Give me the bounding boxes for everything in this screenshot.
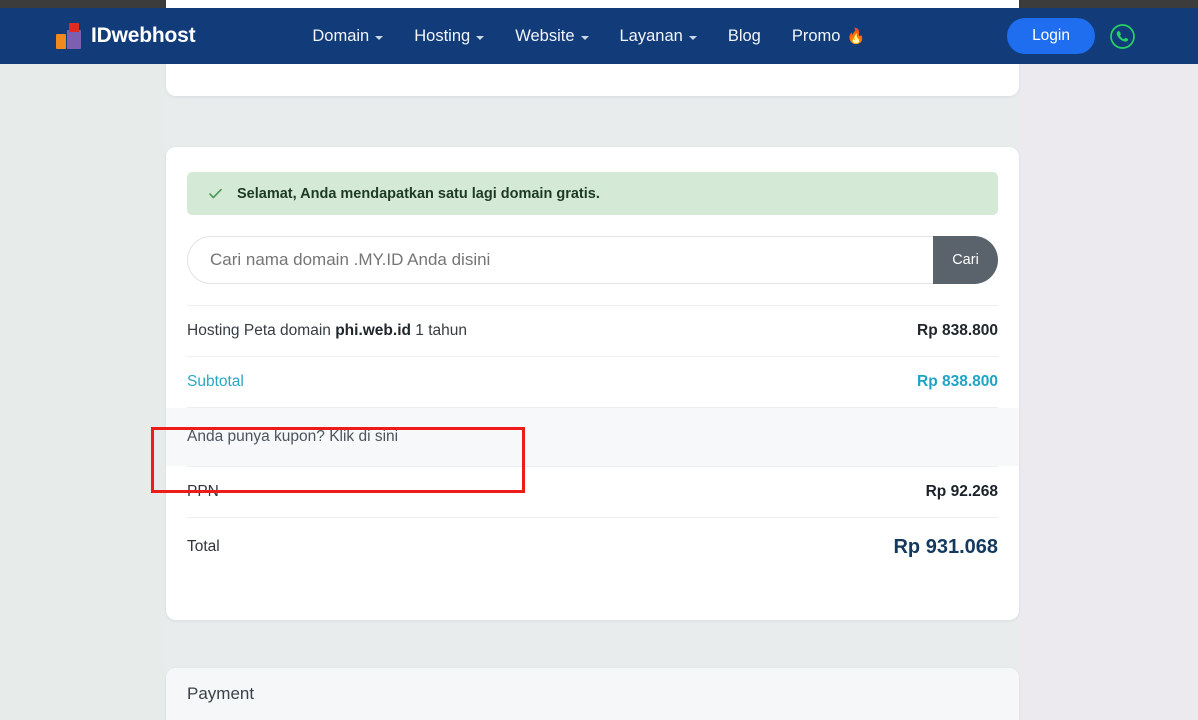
nav-item-website[interactable]: Website (515, 26, 589, 46)
chevron-down-icon (580, 35, 589, 40)
nav-item-promo-label: Promo (791, 26, 841, 45)
order-line-item-row: Hosting Peta domain phi.web.id 1 tahun R… (187, 306, 998, 356)
nav-item-blog-label: Blog (727, 26, 761, 45)
login-button[interactable]: Login (1007, 18, 1095, 54)
total-price: Rp 931.068 (893, 535, 998, 558)
order-line-item-suffix: 1 tahun (410, 322, 468, 339)
chevron-down-icon (476, 35, 485, 40)
order-line-item-domain: phi.web.id (335, 322, 411, 339)
payment-card-header: Payment (166, 668, 1019, 720)
nav-item-domain-label: Domain (312, 26, 370, 45)
payment-card: Payment (166, 668, 1019, 720)
order-line-item-prefix: Hosting Peta domain (187, 322, 336, 339)
order-summary-card: Selamat, Anda mendapatkan satu lagi doma… (166, 147, 1019, 620)
nav-item-hosting-label: Hosting (414, 26, 471, 45)
order-line-item-label: Hosting Peta domain phi.web.id 1 tahun (187, 322, 467, 340)
nav-item-domain[interactable]: Domain (312, 26, 384, 46)
total-label: Total (187, 538, 220, 555)
order-line-item-price: Rp 838.800 (917, 322, 998, 339)
navbar-actions: Login (1007, 18, 1136, 54)
domain-search: Cari (187, 236, 998, 284)
chevron-down-icon (375, 35, 384, 40)
domain-search-input[interactable] (187, 236, 998, 284)
nav-item-layanan-label: Layanan (619, 26, 683, 45)
logo-block-orange (56, 34, 66, 49)
check-icon (207, 185, 224, 202)
total-row: Total Rp 931.068 (187, 518, 998, 576)
subtotal-label: Subtotal (187, 373, 244, 390)
nav-item-hosting[interactable]: Hosting (414, 26, 485, 46)
page-background-right-gutter (1019, 8, 1198, 720)
nav-item-blog[interactable]: Blog (728, 27, 761, 46)
payment-title: Payment (187, 684, 255, 703)
nav-item-promo[interactable]: Promo 🔥 (792, 27, 865, 46)
domain-search-button[interactable]: Cari (933, 236, 998, 284)
ppn-price: Rp 92.268 (925, 483, 998, 500)
subtotal-price: Rp 838.800 (917, 373, 998, 390)
page-background-left-gutter (0, 8, 166, 720)
brand-logo[interactable]: IDwebhost (56, 23, 196, 49)
coupon-row: Anda punya kupon? Klik di sini (166, 408, 1019, 466)
idwebhost-blocks-logo-icon (56, 23, 82, 49)
coupon-link[interactable]: Anda punya kupon? Klik di sini (187, 428, 398, 446)
logo-block-red (69, 23, 79, 32)
free-domain-alert: Selamat, Anda mendapatkan satu lagi doma… (187, 172, 998, 215)
brand-name: IDwebhost (91, 24, 196, 47)
site-navbar: IDwebhost Domain Hosting Website Layanan… (0, 8, 1198, 64)
subtotal-row: Subtotal Rp 838.800 (187, 357, 998, 407)
free-domain-alert-text: Selamat, Anda mendapatkan satu lagi doma… (237, 185, 600, 202)
nav-item-website-label: Website (515, 26, 575, 45)
primary-nav: Domain Hosting Website Layanan Blog Prom… (312, 27, 865, 46)
ppn-row: PPN Rp 92.268 (187, 467, 998, 517)
fire-icon: 🔥 (846, 28, 866, 45)
ppn-label: PPN (187, 483, 219, 500)
whatsapp-icon[interactable] (1109, 23, 1136, 50)
nav-item-layanan[interactable]: Layanan (620, 27, 697, 46)
chevron-down-icon (688, 35, 697, 40)
logo-block-purple (67, 30, 81, 49)
